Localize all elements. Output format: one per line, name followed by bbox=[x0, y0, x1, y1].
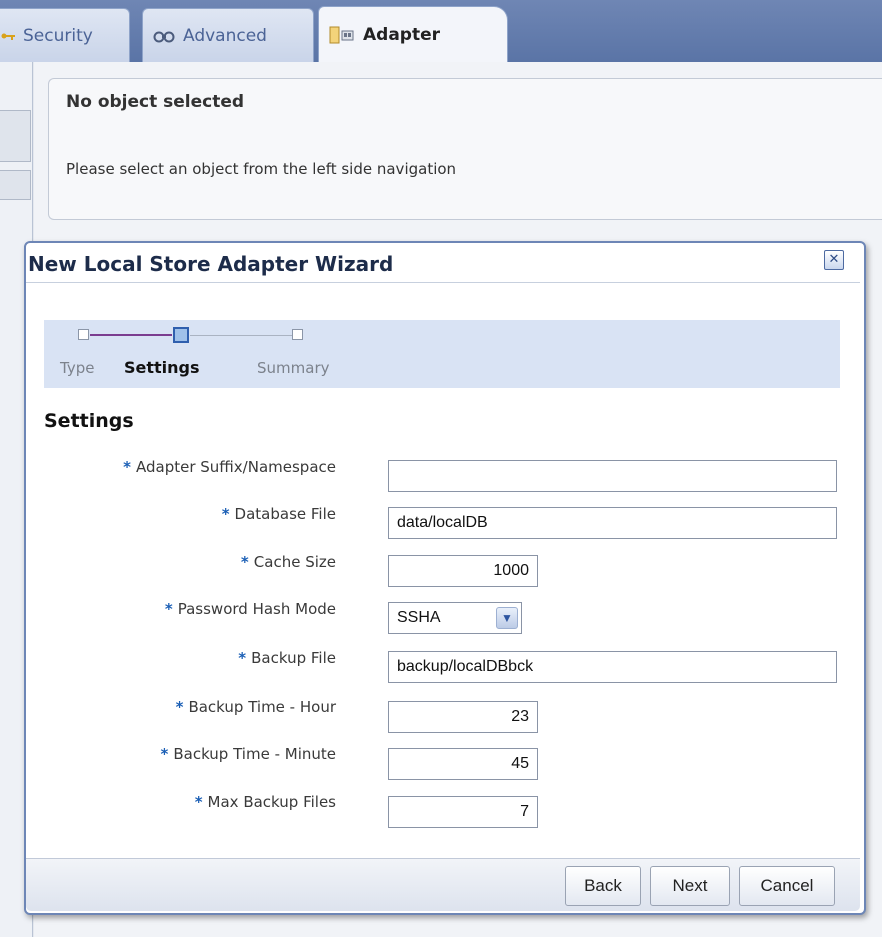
train-stop-settings[interactable] bbox=[173, 327, 189, 343]
required-mark: * bbox=[160, 745, 169, 763]
train-connector-pending bbox=[190, 335, 292, 336]
field-label-password-hash: * Password Hash Mode bbox=[164, 600, 336, 618]
cancel-button[interactable]: Cancel bbox=[739, 866, 835, 906]
section-title: Settings bbox=[44, 410, 134, 432]
backup-minute-input[interactable]: 45 bbox=[388, 748, 538, 780]
chevron-down-icon[interactable]: ▼ bbox=[496, 607, 518, 629]
field-label-cache-size: * Cache Size bbox=[240, 553, 336, 571]
required-mark: * bbox=[164, 600, 173, 618]
left-nav-handle[interactable] bbox=[0, 170, 31, 200]
key-icon bbox=[1, 31, 15, 41]
adapter-icon bbox=[329, 25, 355, 45]
field-label-backup-minute: * Backup Time - Minute bbox=[160, 745, 336, 763]
required-mark: * bbox=[221, 505, 230, 523]
tab-adapter[interactable]: Adapter bbox=[318, 6, 508, 62]
tab-bar: Security Advanced Adapter bbox=[0, 0, 882, 62]
left-nav-handle[interactable] bbox=[0, 110, 31, 162]
field-label-backup-hour: * Backup Time - Hour bbox=[175, 698, 336, 716]
tab-label: Adapter bbox=[363, 24, 441, 45]
adapter-suffix-input[interactable] bbox=[388, 460, 837, 492]
panel-message: Please select an object from the left si… bbox=[66, 160, 457, 178]
next-button[interactable]: Next bbox=[650, 866, 730, 906]
binoculars-icon bbox=[153, 29, 175, 43]
max-backup-files-input[interactable]: 7 bbox=[388, 796, 538, 828]
train-label-summary[interactable]: Summary bbox=[257, 359, 330, 377]
train-label-settings[interactable]: Settings bbox=[124, 358, 200, 377]
tab-label: Advanced bbox=[183, 25, 267, 46]
field-label-database-file: * Database File bbox=[221, 505, 336, 523]
dialog-title: New Local Store Adapter Wizard bbox=[28, 252, 394, 276]
database-file-input[interactable]: data/localDB bbox=[388, 507, 837, 539]
field-label-max-backup: * Max Backup Files bbox=[194, 793, 336, 811]
tab-advanced[interactable]: Advanced bbox=[142, 8, 314, 62]
train-label-type[interactable]: Type bbox=[60, 359, 94, 377]
wizard-train bbox=[44, 320, 840, 388]
panel-title: No object selected bbox=[66, 92, 245, 112]
cache-size-input[interactable]: 1000 bbox=[388, 555, 538, 587]
backup-file-input[interactable]: backup/localDBbck bbox=[388, 651, 837, 683]
close-icon[interactable]: ✕ bbox=[824, 250, 844, 270]
field-label-suffix: * Adapter Suffix/Namespace bbox=[123, 458, 336, 476]
password-hash-select[interactable]: SSHA ▼ bbox=[388, 602, 522, 634]
select-value: SSHA bbox=[397, 609, 441, 626]
tab-label: Security bbox=[23, 25, 93, 46]
tab-security[interactable]: Security bbox=[0, 8, 130, 62]
required-mark: * bbox=[123, 458, 131, 476]
back-button[interactable]: Back bbox=[565, 866, 641, 906]
required-mark: * bbox=[240, 553, 249, 571]
field-label-backup-file: * Backup File bbox=[238, 649, 336, 667]
title-divider bbox=[26, 282, 860, 283]
train-connector-done bbox=[90, 334, 172, 336]
backup-hour-input[interactable]: 23 bbox=[388, 701, 538, 733]
train-stop-type[interactable] bbox=[78, 329, 89, 340]
required-mark: * bbox=[175, 698, 184, 716]
required-mark: * bbox=[238, 649, 247, 667]
required-mark: * bbox=[194, 793, 203, 811]
train-stop-summary[interactable] bbox=[292, 329, 303, 340]
dialog-footer bbox=[26, 858, 860, 911]
